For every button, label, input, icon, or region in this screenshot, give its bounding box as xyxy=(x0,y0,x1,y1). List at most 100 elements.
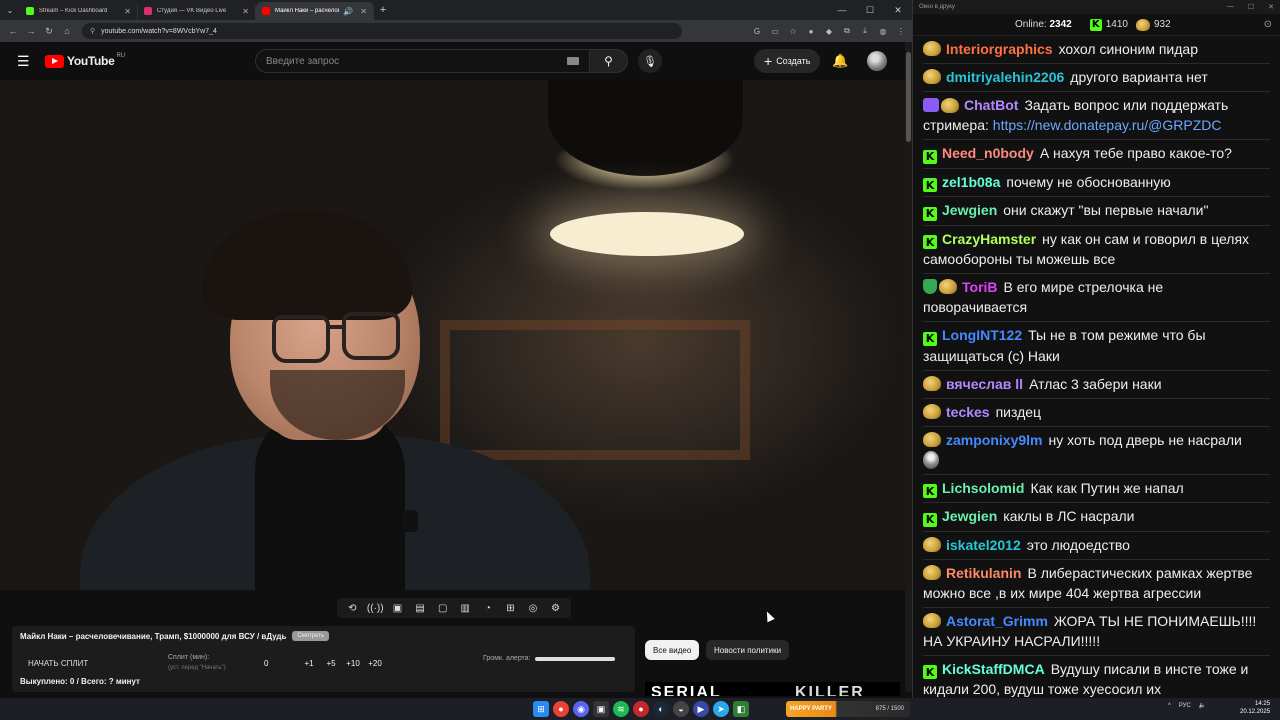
speed-icon[interactable]: ◔ xyxy=(480,603,496,614)
chat-username[interactable]: CrazyHamster xyxy=(942,231,1036,247)
start-split-button[interactable]: НАЧАТЬ СПЛИТ xyxy=(28,659,168,668)
close-icon[interactable]: ✕ xyxy=(1268,3,1274,11)
site-info-icon[interactable]: ⚲ xyxy=(90,27,95,35)
maximize-icon[interactable]: ☐ xyxy=(856,5,884,16)
add-1-button[interactable]: +1 xyxy=(298,659,320,668)
voice-search-button[interactable]: 🎙 xyxy=(638,49,662,73)
telegram-icon[interactable]: ➤ xyxy=(713,701,729,717)
audio-icon[interactable]: ((·)) xyxy=(367,603,384,614)
chip-all-videos[interactable]: Все видео xyxy=(645,640,700,660)
minimize-icon[interactable]: — xyxy=(1227,3,1234,11)
avatar[interactable] xyxy=(867,51,887,71)
chat-username[interactable]: Jewgien xyxy=(942,202,997,218)
forward-icon[interactable]: → xyxy=(22,26,40,36)
app-icon[interactable]: ▣ xyxy=(593,701,609,717)
add-5-button[interactable]: +5 xyxy=(320,659,342,668)
settings-icon[interactable]: ⊙ xyxy=(1264,19,1272,30)
close-icon[interactable]: ✕ xyxy=(884,5,912,16)
chat-username[interactable]: zel1b08a xyxy=(942,174,1000,190)
extension-icon[interactable]: ◆ xyxy=(822,24,836,38)
create-button[interactable]: + Создать xyxy=(754,49,821,73)
chat-username[interactable]: Lichsolomid xyxy=(942,480,1024,496)
chat-link[interactable]: https://new.donatepay.ru/@GRPZDC xyxy=(993,117,1222,133)
app-icon[interactable]: ◒ xyxy=(673,701,689,717)
chat-username[interactable]: Jewgien xyxy=(942,508,997,524)
settings-gear-icon[interactable]: ⚙ xyxy=(548,603,564,614)
add-icon[interactable]: ⊞ xyxy=(502,603,518,614)
app-icon[interactable]: ● xyxy=(633,701,649,717)
pip-icon[interactable]: ▢ xyxy=(435,603,451,614)
page-scrollbar[interactable] xyxy=(905,42,912,692)
bookmark-star-icon[interactable]: ☆ xyxy=(786,24,800,38)
chat-username[interactable]: Interiorgraphics xyxy=(946,41,1053,57)
puzzle-icon[interactable]: ⧉ xyxy=(840,24,854,38)
chip-politics-news[interactable]: Новости политики xyxy=(706,640,790,660)
download-icon[interactable]: ⤓ xyxy=(858,24,872,38)
scrollbar-thumb[interactable] xyxy=(906,52,911,142)
add-10-button[interactable]: +10 xyxy=(342,659,364,668)
chat-username[interactable]: iskatel2012 xyxy=(946,537,1021,553)
tab-search-icon[interactable]: ⌄ xyxy=(0,0,20,20)
chat-username[interactable]: вячеслав ll xyxy=(946,376,1023,392)
reload-icon[interactable]: ↻ xyxy=(40,26,58,37)
keyboard-icon[interactable] xyxy=(567,57,579,65)
speaker-icon[interactable]: 🔊 xyxy=(343,7,353,16)
search-input[interactable]: Введите запрос xyxy=(255,49,590,73)
tray-chevron-icon[interactable]: ^ xyxy=(1168,703,1171,709)
recommended-thumbnail[interactable]: SERIAL KILLER xyxy=(645,682,900,696)
google-lens-icon[interactable]: G xyxy=(750,24,764,38)
extension-icon[interactable]: ● xyxy=(804,24,818,38)
close-icon[interactable]: ✕ xyxy=(360,7,367,16)
cast-icon[interactable]: ▭ xyxy=(768,24,782,38)
video-player[interactable] xyxy=(0,80,905,590)
subtitles-icon[interactable]: ▥ xyxy=(457,603,473,614)
split-minutes-value[interactable]: 0 xyxy=(264,659,298,668)
notifications-bell-icon[interactable]: 🔔 xyxy=(832,53,848,69)
steam-icon[interactable]: ◐ xyxy=(653,701,669,717)
chat-username[interactable]: zamponixy9lm xyxy=(946,432,1042,448)
language-indicator[interactable]: РУС xyxy=(1179,703,1191,709)
chat-username[interactable]: LongINT122 xyxy=(942,327,1022,343)
loop-icon[interactable]: ⟲ xyxy=(344,603,360,614)
chat-username[interactable]: Need_n0body xyxy=(942,145,1034,161)
menu-dots-icon[interactable]: ⋮ xyxy=(894,24,908,38)
search-button[interactable]: ⚲ xyxy=(590,49,628,73)
address-bar[interactable]: ⚲ youtube.com/watch?v=8WVcbYw7_4 xyxy=(82,23,682,39)
close-icon[interactable]: ✕ xyxy=(242,7,249,16)
home-icon[interactable]: ⌂ xyxy=(58,26,76,36)
chat-username[interactable]: Astorat_Grimm xyxy=(946,613,1048,629)
chat-username[interactable]: dmitriyalehin2206 xyxy=(946,69,1064,85)
profile-icon[interactable]: ◍ xyxy=(876,24,890,38)
chat-username[interactable]: ToriB xyxy=(962,279,998,295)
app-icon[interactable]: ◧ xyxy=(733,701,749,717)
chat-username[interactable]: teckes xyxy=(946,404,990,420)
clock[interactable]: 14:25 20.12.2025 xyxy=(1240,700,1270,716)
watch-badge[interactable]: Смотреть xyxy=(292,631,330,641)
alert-volume-slider[interactable] xyxy=(534,656,615,661)
stream-goal-banner[interactable]: HAPPY PARTY 875 / 1500 xyxy=(786,701,910,717)
minimize-icon[interactable]: — xyxy=(828,5,856,16)
youtube-logo[interactable]: YouTube RU xyxy=(45,53,125,68)
screenshot-icon[interactable]: ◎ xyxy=(525,603,541,614)
chat-username[interactable]: KickStaffDMCA xyxy=(942,661,1045,677)
add-20-button[interactable]: +20 xyxy=(364,659,386,668)
media-player-icon[interactable]: ▶ xyxy=(693,701,709,717)
tab-kick-dashboard[interactable]: Stream – Kick Dashboard ✕ xyxy=(20,2,138,20)
chat-username[interactable]: ChatBot xyxy=(964,97,1018,113)
new-tab-button[interactable]: + xyxy=(374,4,392,16)
hamburger-menu-icon[interactable]: ☰ xyxy=(17,53,31,70)
close-icon[interactable]: ✕ xyxy=(124,7,131,16)
spotify-icon[interactable]: ≋ xyxy=(613,701,629,717)
discord-icon[interactable]: ◉ xyxy=(573,701,589,717)
back-icon[interactable]: ← xyxy=(4,26,22,36)
chat-username[interactable]: Retikulanin xyxy=(946,565,1021,581)
clip-icon[interactable]: ▤ xyxy=(412,603,428,614)
chat-messages[interactable]: Interiorgraphics хохол синоним пидар dmitr… xyxy=(913,36,1280,704)
speaker-icon[interactable]: 🔈 xyxy=(1199,702,1206,709)
tab-vk-studio[interactable]: Студия — VK Видео Live ✕ xyxy=(138,2,256,20)
chrome-icon[interactable]: ● xyxy=(553,701,569,717)
tab-youtube-video[interactable]: Майкл Наки – расчеловечи 🔊 ✕ xyxy=(256,2,374,20)
maximize-icon[interactable]: ☐ xyxy=(1248,3,1254,11)
windows-start-icon[interactable]: ⊞ xyxy=(533,701,549,717)
theater-icon[interactable]: ▣ xyxy=(389,603,405,614)
